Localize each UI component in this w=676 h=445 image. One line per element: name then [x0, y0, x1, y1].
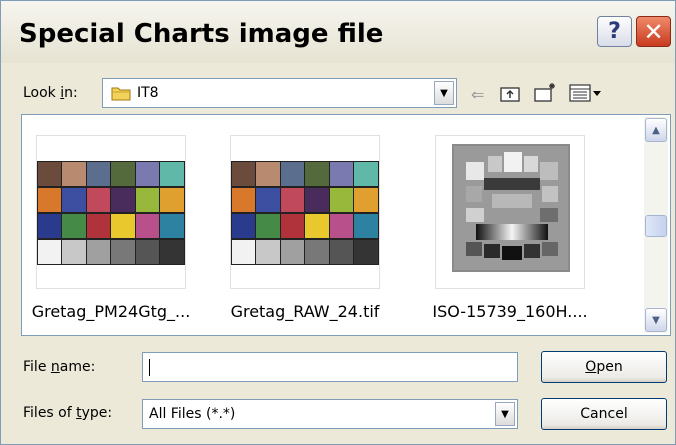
title-bar[interactable]: Special Charts image file ? ✕: [1, 1, 675, 63]
new-folder-icon[interactable]: [533, 81, 557, 103]
folder-icon: [111, 87, 131, 101]
up-folder-icon[interactable]: [499, 83, 521, 103]
file-thumbnail[interactable]: [230, 135, 380, 289]
scroll-down-button[interactable]: ▼: [645, 308, 667, 332]
file-name-label[interactable]: ISO-15739_160H....: [410, 302, 610, 321]
vertical-scrollbar[interactable]: ▲ ▼: [644, 117, 668, 333]
back-arrow-icon[interactable]: ⇐: [471, 85, 484, 104]
file-thumbnail[interactable]: [36, 135, 186, 289]
help-button[interactable]: ?: [597, 16, 632, 47]
view-menu-icon[interactable]: [569, 83, 603, 103]
scroll-up-button[interactable]: ▲: [645, 118, 667, 142]
colorchecker-thumbnail: [231, 161, 379, 265]
iso-chart-thumbnail: [452, 144, 570, 272]
look-in-label: Look in:: [23, 85, 78, 101]
cancel-button[interactable]: Cancel: [541, 398, 667, 430]
file-name-input[interactable]: [142, 352, 518, 382]
file-type-dropdown-arrow[interactable]: ▼: [495, 402, 515, 426]
open-button[interactable]: Open: [541, 351, 667, 383]
scrollbar-thumb[interactable]: [645, 215, 667, 237]
file-type-dropdown[interactable]: All Files (*.*) ▼: [142, 399, 518, 429]
file-type-label: Files of type:: [23, 405, 113, 421]
file-thumbnail[interactable]: [435, 135, 585, 289]
look-in-dropdown-arrow[interactable]: ▼: [434, 81, 454, 105]
file-open-dialog: Special Charts image file ? ✕ Look in: I…: [0, 0, 676, 445]
text-cursor: [149, 359, 150, 376]
file-name-label-text: File name:: [23, 359, 96, 375]
file-list-view[interactable]: Gretag_PM24Gtg_... Gretag_RAW_24.tif ISO…: [21, 114, 671, 336]
close-button[interactable]: ✕: [636, 16, 671, 47]
file-type-value: All Files (*.*): [149, 406, 236, 422]
window-title: Special Charts image file: [19, 19, 384, 49]
colorchecker-thumbnail: [37, 161, 185, 265]
look-in-dropdown[interactable]: IT8 ▼: [102, 78, 457, 108]
look-in-value: IT8: [137, 85, 159, 101]
file-name-label[interactable]: Gretag_PM24Gtg_...: [11, 302, 211, 321]
file-name-label[interactable]: Gretag_RAW_24.tif: [205, 302, 405, 321]
